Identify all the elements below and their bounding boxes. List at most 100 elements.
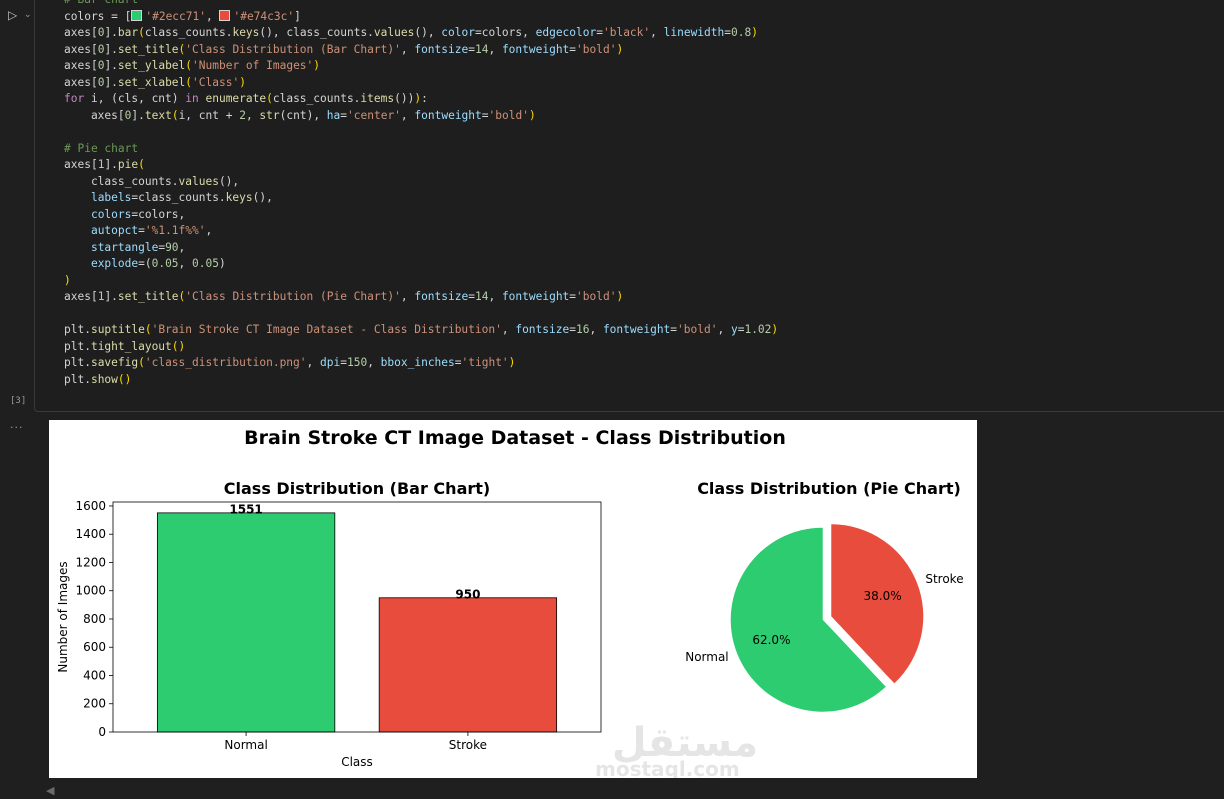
code-token: , <box>178 257 193 270</box>
code-line[interactable]: explode=(0.05, 0.05) <box>64 256 778 273</box>
code-token: fontweight <box>501 290 570 303</box>
code-token: explode <box>90 257 139 270</box>
code-token: 16 <box>575 323 590 336</box>
code-line[interactable]: plt.savefig('class_distribution.png', dp… <box>64 355 778 372</box>
code-token: fontweight <box>414 108 482 122</box>
code-line[interactable] <box>64 124 778 141</box>
code-token: = <box>596 26 603 39</box>
execution-count: [3] <box>10 396 27 406</box>
code-token: =( <box>138 257 152 270</box>
code-token: , <box>245 108 260 122</box>
code-token: fontweight <box>501 42 570 56</box>
code-token: (), class_counts. <box>259 26 374 39</box>
code-token: ha <box>326 108 341 122</box>
code-token: ( <box>138 26 145 39</box>
code-token: ]. <box>104 42 118 56</box>
code-token: tight_layout <box>90 339 172 353</box>
code-line[interactable]: plt.suptitle('Brain Stroke CT Image Data… <box>64 322 778 339</box>
run-cell-icon[interactable]: ▷ <box>8 8 22 22</box>
code-token: = <box>454 356 462 369</box>
code-token: y <box>730 323 738 336</box>
code-token: = <box>340 356 347 369</box>
code-line[interactable]: labels=class_counts.keys(), <box>64 190 778 207</box>
code-line[interactable]: colors = ['#2ecc71', '#e74c3c'] <box>64 9 778 26</box>
code-token: '#e74c3c' <box>233 9 295 23</box>
code-token: 'Class Distribution (Bar Chart)' <box>185 42 401 56</box>
code-editor[interactable]: # Bar chart colors = ['#2ecc71', '#e74c3c… <box>64 0 778 388</box>
code-token: 'Number of Images' <box>192 59 314 72</box>
code-line[interactable]: axes[0].bar(class_counts.keys(), class_c… <box>64 25 778 42</box>
code-token: in <box>185 92 199 105</box>
code-line[interactable]: plt.show() <box>64 372 778 389</box>
code-token: str <box>259 108 280 122</box>
code-line[interactable]: for i, (cls, cnt) in enumerate(class_cou… <box>64 91 778 108</box>
code-line[interactable]: axes[0].text(i, cnt + 2, str(cnt), ha='c… <box>64 108 778 125</box>
code-token: (), <box>252 191 273 204</box>
code-token: (cnt), <box>279 108 327 122</box>
code-token: startangle <box>90 240 159 254</box>
x-tick-label: Stroke <box>449 738 487 752</box>
code-token: ) <box>313 59 321 72</box>
code-token: , <box>367 356 381 369</box>
code-line[interactable]: axes[1].set_title('Class Distribution (P… <box>64 289 778 306</box>
code-token: values <box>373 26 415 39</box>
y-tick-label: 0 <box>98 725 106 739</box>
code-token: (), <box>218 174 240 188</box>
code-line[interactable]: # Pie chart <box>64 141 778 158</box>
code-line[interactable]: plt.tight_layout() <box>64 339 778 356</box>
code-token: savefig <box>90 356 139 369</box>
code-line[interactable]: axes[0].set_xlabel('Class') <box>64 75 778 92</box>
code-line[interactable]: axes[0].set_ylabel('Number of Images') <box>64 58 778 75</box>
code-token: : <box>421 92 428 105</box>
code-token: 'tight' <box>461 356 509 369</box>
code-line[interactable]: startangle=90, <box>64 240 778 257</box>
code-token: '%1.1f%%' <box>144 224 206 237</box>
color-swatch <box>131 9 143 21</box>
code-token: =colors, <box>131 207 186 221</box>
code-line[interactable]: autopct='%1.1f%%', <box>64 223 778 240</box>
code-token: ) <box>771 323 779 336</box>
pie-percent-label: 62.0% <box>752 633 790 647</box>
code-token: fontweight <box>602 323 671 336</box>
code-token: ]. <box>104 158 118 171</box>
code-token: bbox_inches <box>380 356 455 369</box>
code-token: set_xlabel <box>117 75 186 89</box>
code-token: class_counts. <box>272 92 361 105</box>
code-token: , <box>488 42 502 56</box>
code-token: ) <box>616 42 624 56</box>
code-token: ) <box>616 290 624 303</box>
code-token: keys <box>225 191 253 204</box>
code-line[interactable]: colors=colors, <box>64 207 778 224</box>
figure-suptitle: Brain Stroke CT Image Dataset - Class Di… <box>244 427 786 449</box>
code-line[interactable] <box>64 306 778 323</box>
code-token: ( <box>171 108 179 122</box>
code-token: '#2ecc71' <box>145 9 206 23</box>
cell-output: Brain Stroke CT Image Dataset - Class Di… <box>49 420 977 778</box>
code-line[interactable]: axes[1].pie( <box>64 157 778 174</box>
code-token: ) <box>64 273 71 287</box>
code-line[interactable]: # Bar chart <box>64 0 778 9</box>
code-token: , <box>650 26 664 39</box>
code-token: plt. <box>64 323 91 336</box>
output-menu-icon[interactable]: ... <box>10 418 24 431</box>
code-token: ) <box>508 356 516 369</box>
chevron-down-icon[interactable]: ⌄ <box>24 8 32 22</box>
code-token: = <box>468 42 475 56</box>
y-tick-label: 1400 <box>75 527 106 541</box>
code-token: , <box>400 108 415 122</box>
code-token: 0.05 <box>192 257 219 270</box>
code-token: , <box>717 323 731 336</box>
scroll-left-icon[interactable]: ◀ <box>46 784 54 797</box>
code-line[interactable]: ) <box>64 273 778 290</box>
code-token: suptitle <box>90 323 145 336</box>
code-token: autopct <box>90 224 139 237</box>
code-token: ]. <box>104 59 118 72</box>
code-line[interactable]: class_counts.values(), <box>64 174 778 191</box>
code-token: color <box>441 26 475 39</box>
bar-y-axis-label: Number of Images <box>56 561 70 672</box>
code-token: for <box>64 92 85 105</box>
code-line[interactable]: axes[0].set_title('Class Distribution (B… <box>64 42 778 59</box>
code-token: set_title <box>117 42 179 56</box>
